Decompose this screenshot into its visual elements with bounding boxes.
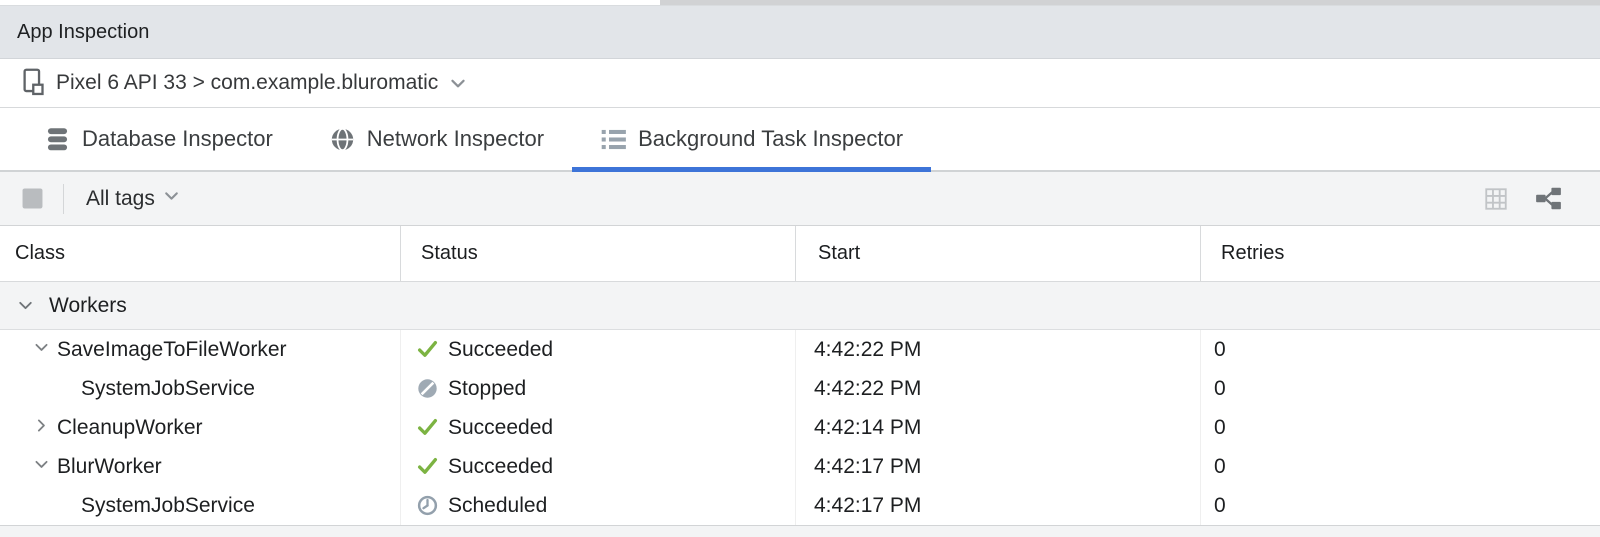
network-globe-icon — [329, 126, 356, 153]
strip-gray-segment — [660, 0, 1600, 5]
retries-cell: 0 — [1200, 447, 1600, 486]
view-mode-actions — [1483, 185, 1562, 212]
chevron-down-icon[interactable] — [33, 455, 50, 479]
graph-view-icon[interactable] — [1535, 185, 1562, 212]
tab-background-task-inspector[interactable]: Background Task Inspector — [572, 108, 931, 170]
column-header-retries[interactable]: Retries — [1200, 226, 1600, 281]
retries-cell: 0 — [1200, 330, 1600, 369]
inspector-toolbar: All tags — [0, 172, 1600, 226]
start-time-cell: 4:42:14 PM — [795, 408, 1200, 447]
class-cell: SystemJobService — [0, 369, 400, 408]
tab-database-inspector[interactable]: Database Inspector — [16, 108, 301, 170]
row-expander[interactable] — [30, 416, 52, 440]
bottom-strip — [0, 525, 1600, 537]
status-cell: Succeeded — [400, 330, 795, 369]
device-phone-icon — [22, 68, 48, 98]
task-list-icon — [600, 126, 627, 153]
chevron-down-icon — [448, 73, 468, 93]
column-header-start[interactable]: Start — [795, 226, 1200, 281]
status-label: Scheduled — [448, 494, 547, 518]
start-time-cell: 4:42:22 PM — [795, 330, 1200, 369]
start-time-cell: 4:42:17 PM — [795, 447, 1200, 486]
class-cell: SaveImageToFileWorker — [0, 330, 400, 369]
worker-class-name: BlurWorker — [57, 455, 162, 479]
tab-label: Database Inspector — [82, 126, 273, 152]
stop-icon[interactable] — [22, 188, 43, 209]
inspector-tabs: Database Inspector Network Inspector Bac… — [0, 108, 1600, 172]
table-row[interactable]: SystemJobService Scheduled 4:42:17 PM 0 — [0, 486, 1600, 525]
status-cell: Scheduled — [400, 486, 795, 525]
table-row[interactable]: SystemJobService Stopped 4:42:22 PM 0 — [0, 369, 1600, 408]
table-header: Class Status Start Retries — [0, 226, 1600, 282]
status-label: Succeeded — [448, 455, 553, 479]
row-expander[interactable] — [30, 338, 52, 362]
column-header-class[interactable]: Class — [0, 226, 400, 281]
toolbar-separator — [63, 184, 64, 214]
tab-label: Background Task Inspector — [638, 126, 903, 152]
all-tags-dropdown[interactable]: All tags — [86, 186, 181, 211]
worker-class-name: SystemJobService — [81, 377, 255, 401]
worker-class-name: CleanupWorker — [57, 416, 203, 440]
table-row[interactable]: BlurWorker Succeeded 4:42:17 PM 0 — [0, 447, 1600, 486]
column-header-status[interactable]: Status — [400, 226, 795, 281]
table-row[interactable]: SaveImageToFileWorker Succeeded 4:42:22 … — [0, 330, 1600, 369]
device-process-label: Pixel 6 API 33 > com.example.bluromatic — [56, 71, 438, 95]
strip-white-segment — [0, 0, 660, 5]
retries-cell: 0 — [1200, 369, 1600, 408]
succeeded-check-icon — [416, 338, 439, 361]
status-cell: Succeeded — [400, 447, 795, 486]
chevron-down-icon[interactable] — [16, 296, 35, 315]
status-label: Succeeded — [448, 416, 553, 440]
start-time-cell: 4:42:22 PM — [795, 369, 1200, 408]
worker-class-name: SystemJobService — [81, 494, 255, 518]
succeeded-check-icon — [416, 455, 439, 478]
panel-title: App Inspection — [17, 21, 149, 44]
stopped-slash-icon — [416, 377, 439, 400]
table-row[interactable]: CleanupWorker Succeeded 4:42:14 PM 0 — [0, 408, 1600, 447]
all-tags-label: All tags — [86, 187, 155, 211]
retries-cell: 0 — [1200, 486, 1600, 525]
status-label: Stopped — [448, 377, 526, 401]
chevron-right-icon[interactable] — [33, 416, 50, 440]
scheduled-clock-icon — [416, 494, 439, 517]
tab-network-inspector[interactable]: Network Inspector — [301, 108, 572, 170]
panel-header: App Inspection — [0, 6, 1600, 59]
chevron-down-icon[interactable] — [33, 338, 50, 362]
table-view-icon[interactable] — [1483, 186, 1509, 212]
class-cell: SystemJobService — [0, 486, 400, 525]
chevron-down-icon — [162, 186, 181, 211]
succeeded-check-icon — [416, 416, 439, 439]
start-time-cell: 4:42:17 PM — [795, 486, 1200, 525]
worker-class-name: SaveImageToFileWorker — [57, 338, 287, 362]
group-label: Workers — [49, 294, 127, 318]
retries-cell: 0 — [1200, 408, 1600, 447]
database-icon — [44, 126, 71, 153]
class-cell: BlurWorker — [0, 447, 400, 486]
status-label: Succeeded — [448, 338, 553, 362]
row-expander[interactable] — [30, 455, 52, 479]
table-body: SaveImageToFileWorker Succeeded 4:42:22 … — [0, 330, 1600, 525]
class-cell: CleanupWorker — [0, 408, 400, 447]
workers-group-row[interactable]: Workers — [0, 282, 1600, 330]
tab-label: Network Inspector — [367, 126, 544, 152]
status-cell: Succeeded — [400, 408, 795, 447]
process-selector-bar[interactable]: Pixel 6 API 33 > com.example.bluromatic — [0, 59, 1600, 108]
status-cell: Stopped — [400, 369, 795, 408]
